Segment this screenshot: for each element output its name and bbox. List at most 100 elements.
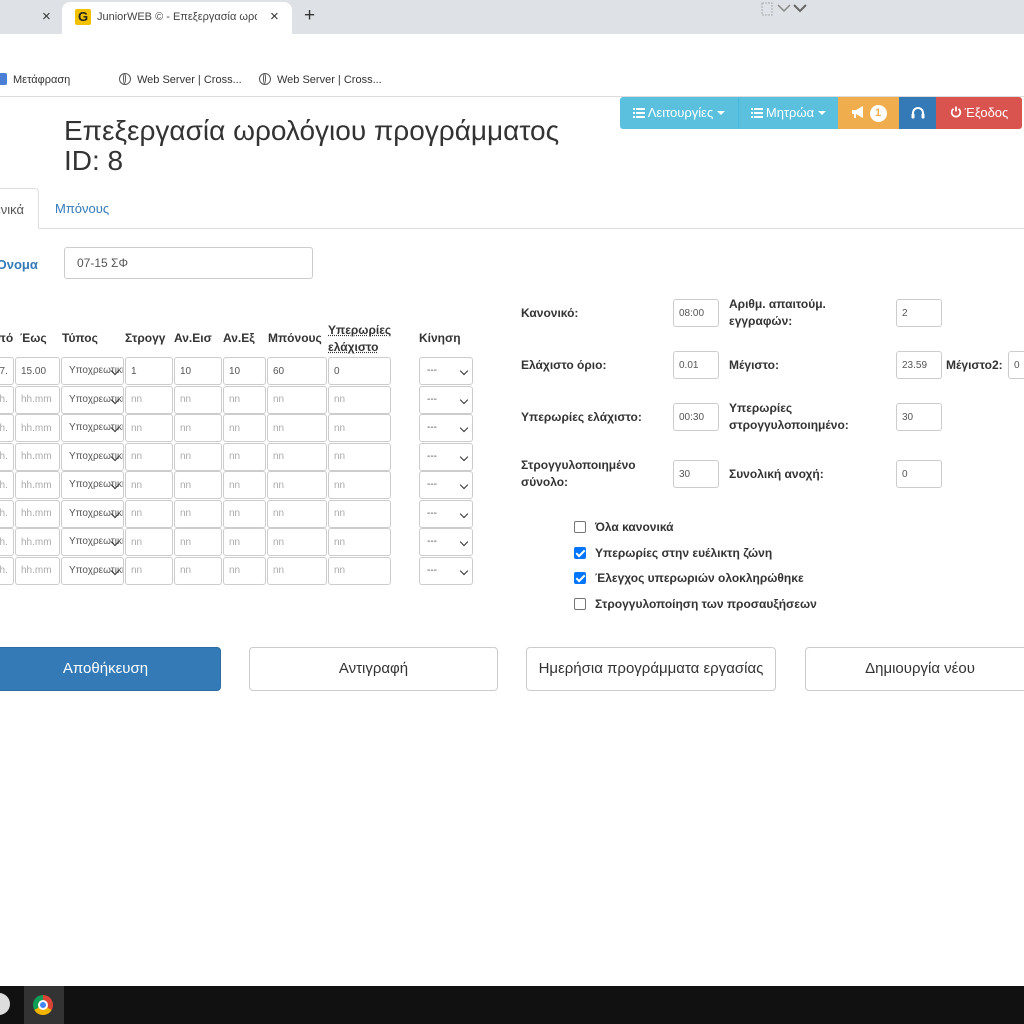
av-out-input[interactable] — [223, 500, 266, 528]
bonus-input[interactable] — [267, 471, 327, 499]
from-input[interactable] — [0, 386, 14, 414]
required-records-input[interactable] — [896, 299, 942, 327]
option-checkbox-row[interactable]: Υπερωρίες στην ευέλικτη ζώνη — [574, 546, 772, 560]
type-select[interactable]: Υποχρεωτική — [61, 500, 124, 528]
to-input[interactable] — [15, 557, 60, 585]
announcements-button[interactable]: 1 — [838, 97, 899, 129]
min-limit-input[interactable] — [673, 351, 719, 379]
movement-select[interactable]: --- — [419, 386, 473, 414]
from-input[interactable] — [0, 471, 14, 499]
movement-select[interactable]: --- — [419, 443, 473, 471]
movement-select[interactable]: --- — [419, 500, 473, 528]
av-in-input[interactable] — [174, 471, 222, 499]
support-button[interactable] — [899, 97, 936, 129]
tab-general[interactable]: Γενικά — [0, 188, 39, 229]
round-input[interactable] — [125, 386, 173, 414]
browser-tab-active[interactable]: G JuniorWEB © - Επεξεργασία ωρολογίου × — [62, 2, 292, 34]
av-in-input[interactable] — [174, 500, 222, 528]
bonus-input[interactable] — [267, 528, 327, 556]
overtime-min-input[interactable] — [328, 386, 391, 414]
bookmark-web-server-1[interactable]: Web Server | Cross... — [119, 73, 242, 86]
to-input[interactable] — [15, 414, 60, 442]
overtime-min-input[interactable] — [328, 357, 391, 385]
overtime-min-input[interactable] — [328, 414, 391, 442]
exit-button[interactable]: Έξοδος — [936, 97, 1022, 129]
overtime-rounded-input[interactable] — [896, 403, 942, 431]
save-button[interactable]: Αποθήκευση — [0, 647, 221, 691]
name-input[interactable] — [64, 247, 313, 279]
round-input[interactable] — [125, 414, 173, 442]
bonus-input[interactable] — [267, 557, 327, 585]
round-input[interactable] — [125, 528, 173, 556]
option-checkbox-row[interactable]: Έλεγχος υπερωριών ολοκληρώθηκε — [574, 571, 804, 585]
overtime-min-input[interactable] — [328, 471, 391, 499]
overtime-min-input[interactable] — [328, 528, 391, 556]
option-checkbox-row[interactable]: Στρογγυλοποίηση των προσαυξήσεων — [574, 597, 817, 611]
from-input[interactable] — [0, 528, 14, 556]
movement-select[interactable]: --- — [419, 557, 473, 585]
from-input[interactable] — [0, 557, 14, 585]
type-select[interactable]: Υποχρεωτική — [61, 443, 124, 471]
movement-select[interactable]: --- — [419, 471, 473, 499]
movement-select[interactable]: --- — [419, 414, 473, 442]
registers-menu-button[interactable]: Μητρώα — [738, 97, 838, 129]
bonus-input[interactable] — [267, 414, 327, 442]
from-input[interactable] — [0, 414, 14, 442]
round-input[interactable] — [125, 471, 173, 499]
new-tab-icon[interactable]: + — [304, 5, 315, 27]
av-out-input[interactable] — [223, 528, 266, 556]
rounded-total-input[interactable] — [673, 460, 719, 488]
checkbox-checked-icon[interactable] — [574, 572, 586, 584]
daily-schedules-button[interactable]: Ημερήσια προγράμματα εργασίας — [526, 647, 776, 691]
to-input[interactable] — [15, 471, 60, 499]
av-out-input[interactable] — [223, 557, 266, 585]
bonus-input[interactable] — [267, 386, 327, 414]
bookmark-web-server-2[interactable]: Web Server | Cross... — [259, 73, 382, 86]
functions-menu-button[interactable]: Λειτουργίες — [620, 97, 738, 129]
to-input[interactable] — [15, 500, 60, 528]
type-select[interactable]: Υποχρεωτική — [61, 528, 124, 556]
overtime-min-input[interactable] — [328, 557, 391, 585]
overtime-min-input[interactable] — [328, 443, 391, 471]
type-select[interactable]: Υποχρεωτική — [61, 357, 124, 385]
av-in-input[interactable] — [174, 443, 222, 471]
normal-input[interactable] — [673, 299, 719, 327]
av-out-input[interactable] — [223, 414, 266, 442]
type-select[interactable]: Υποχρεωτική — [61, 557, 124, 585]
to-input[interactable] — [15, 528, 60, 556]
overtime-min-input[interactable] — [328, 500, 391, 528]
option-checkbox-row[interactable]: Όλα κανονικά — [574, 520, 674, 534]
round-input[interactable] — [125, 500, 173, 528]
round-input[interactable] — [125, 357, 173, 385]
av-in-input[interactable] — [174, 414, 222, 442]
to-input[interactable] — [15, 357, 60, 385]
checkbox-unchecked-icon[interactable] — [574, 521, 586, 533]
from-input[interactable] — [0, 500, 14, 528]
max-input[interactable] — [896, 351, 942, 379]
window-controls-icon[interactable] — [760, 0, 808, 21]
tab-close-icon[interactable]: × — [270, 8, 279, 25]
checkbox-unchecked-icon[interactable] — [574, 598, 586, 610]
av-out-input[interactable] — [223, 471, 266, 499]
av-in-input[interactable] — [174, 386, 222, 414]
copy-button[interactable]: Αντιγραφή — [249, 647, 498, 691]
bonus-input[interactable] — [267, 443, 327, 471]
total-tolerance-input[interactable] — [896, 460, 942, 488]
bonus-input[interactable] — [267, 500, 327, 528]
av-in-input[interactable] — [174, 357, 222, 385]
av-out-input[interactable] — [223, 386, 266, 414]
to-input[interactable] — [15, 443, 60, 471]
round-input[interactable] — [125, 557, 173, 585]
checkbox-checked-icon[interactable] — [574, 547, 586, 559]
movement-select[interactable]: --- — [419, 357, 473, 385]
from-input[interactable] — [0, 443, 14, 471]
round-input[interactable] — [125, 443, 173, 471]
movement-select[interactable]: --- — [419, 528, 473, 556]
overtime-min-input[interactable] — [673, 403, 719, 431]
tab-bonus[interactable]: Μπόνους — [55, 201, 109, 216]
av-in-input[interactable] — [174, 528, 222, 556]
prev-tab-close-icon[interactable]: × — [42, 8, 51, 25]
av-out-input[interactable] — [223, 357, 266, 385]
bonus-input[interactable] — [267, 357, 327, 385]
type-select[interactable]: Υποχρεωτική — [61, 471, 124, 499]
